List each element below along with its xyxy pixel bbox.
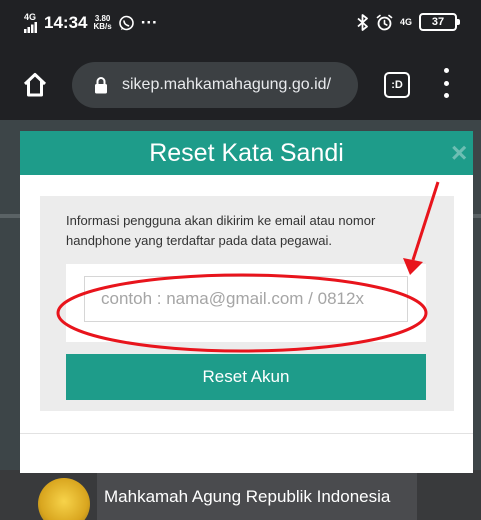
alarm-icon — [376, 14, 393, 30]
battery-indicator: 37 — [419, 13, 460, 31]
network-type-2: 4G — [399, 16, 412, 27]
footer-org-name: Mahkamah Agung Republik Indonesia — [104, 487, 391, 506]
input-container — [66, 264, 426, 342]
status-bar: 4G 14:34 3.80 KB/s ··· 4G 37 — [0, 0, 481, 48]
clock: 14:34 — [44, 13, 88, 32]
reset-account-button[interactable]: Reset Akun — [66, 354, 426, 400]
battery-level: 37 — [431, 16, 445, 28]
status-right: 4G 37 — [357, 13, 460, 31]
close-icon[interactable]: × — [451, 139, 475, 167]
signal-icon — [24, 22, 37, 33]
modal-title: Reset Kata Sandi — [149, 139, 344, 167]
bluetooth-icon — [357, 13, 368, 31]
tab-switcher-button[interactable]: :D — [384, 72, 410, 98]
reset-password-modal: Reset Kata Sandi × Informasi pengguna ak… — [20, 131, 473, 473]
network-indicator: 4G — [24, 13, 38, 33]
home-icon — [23, 73, 47, 97]
status-left: 4G 14:34 3.80 KB/s ··· — [24, 13, 158, 33]
browser-toolbar: sikep.mahkamahagung.go.id/ :D — [0, 48, 481, 120]
lock-icon — [94, 76, 108, 94]
modal-divider — [20, 433, 473, 434]
url-text: sikep.mahkamahagung.go.id/ — [122, 76, 332, 93]
phone-screen: 4G 14:34 3.80 KB/s ··· 4G 37 sikep.mahka… — [0, 0, 481, 520]
home-button[interactable] — [20, 70, 50, 100]
reset-form: Informasi pengguna akan dikirim ke email… — [40, 196, 454, 411]
speed-unit: KB/s — [93, 22, 112, 31]
modal-header: Reset Kata Sandi × — [20, 131, 473, 175]
info-text: Informasi pengguna akan dikirim ke email… — [66, 213, 376, 248]
email-or-phone-input[interactable] — [84, 276, 408, 322]
network-type: 4G — [24, 12, 37, 22]
whatsapp-icon — [118, 15, 134, 30]
tab-switcher-label: :D — [391, 79, 403, 91]
network-speed: 3.80 KB/s — [93, 15, 111, 31]
more-vert-icon[interactable] — [442, 68, 450, 98]
more-notifications: ··· — [140, 13, 158, 32]
address-bar[interactable]: sikep.mahkamahagung.go.id/ — [72, 62, 358, 108]
